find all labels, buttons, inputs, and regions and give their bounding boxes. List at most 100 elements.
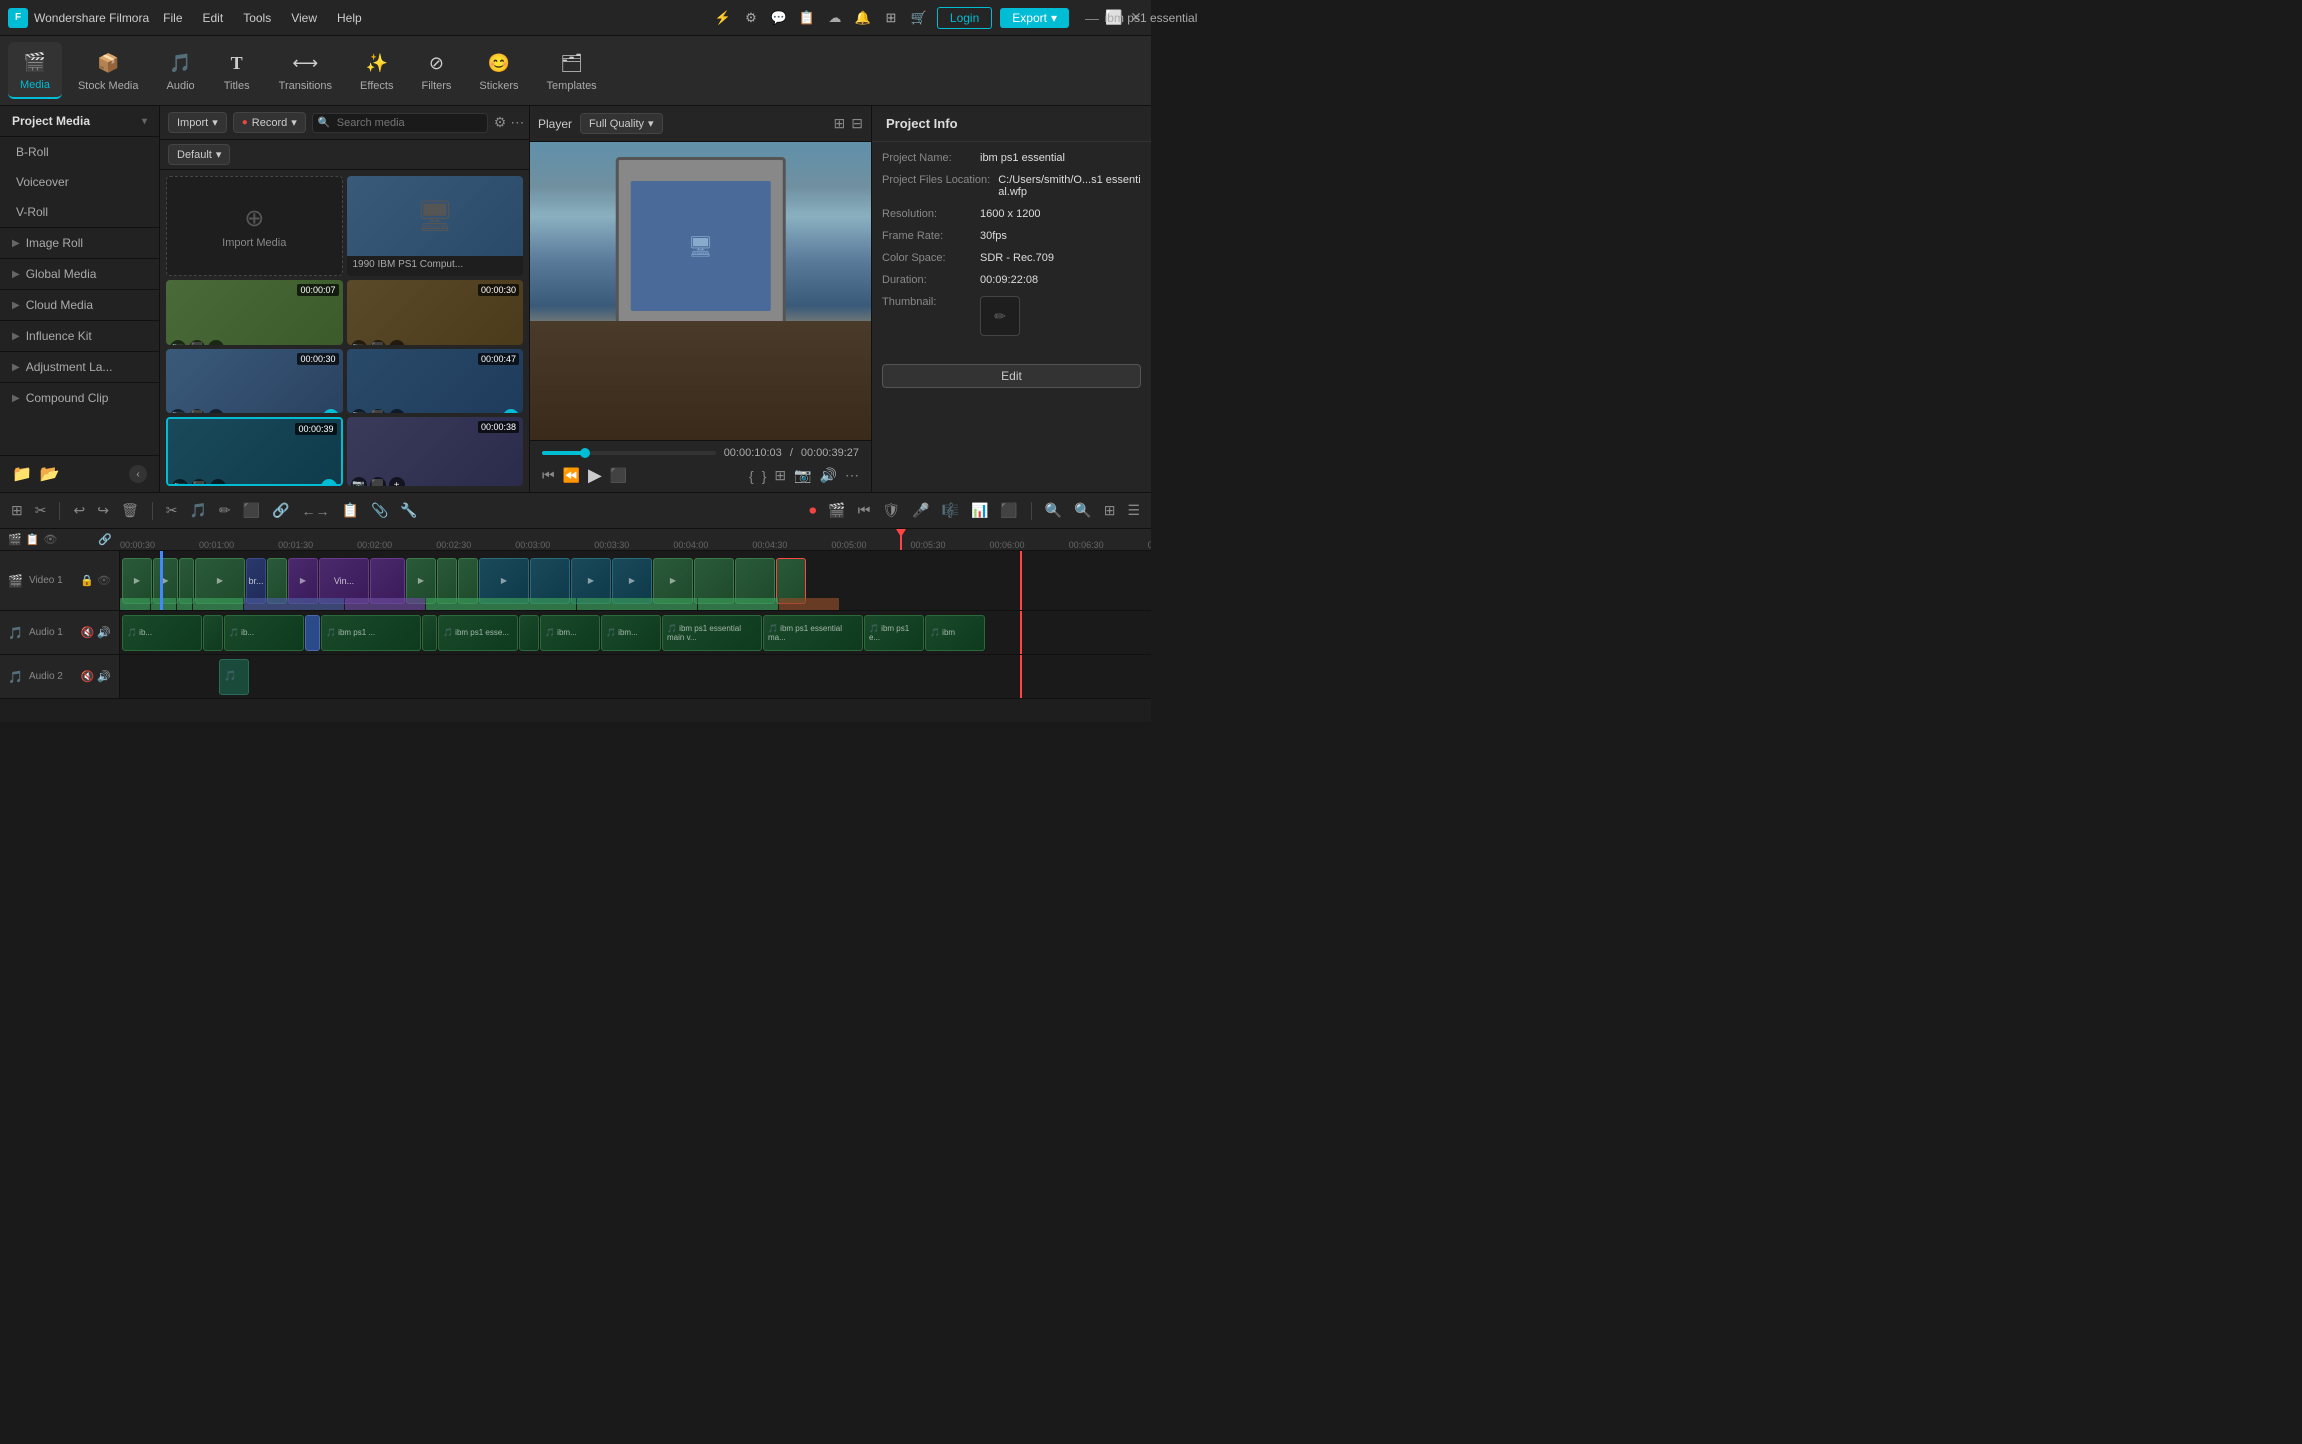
track-content-audio2[interactable]: 🎵 [120,655,1151,698]
audio2-clip-1[interactable]: 🎵 [219,659,249,695]
media-plus-icon-clip7[interactable]: + [389,477,405,486]
tool-stickers[interactable]: 😊 Stickers [467,43,530,98]
add-folder-icon[interactable]: 📁 [12,464,32,484]
audio-clip-3[interactable]: 🎵 ib... [224,615,304,651]
video-clip-8[interactable]: Vin... [319,558,369,604]
import-media-placeholder[interactable]: ⊕ Import Media [166,176,343,276]
razor-tool[interactable]: ✂ [32,499,50,522]
menu-view[interactable]: View [289,7,319,29]
nav-voiceover[interactable]: Voiceover [0,167,159,197]
export-button[interactable]: Export ▾ [1000,8,1069,28]
cloud-icon[interactable]: ☁ [825,8,845,28]
audio-clip-8[interactable] [519,615,539,651]
media-plus-icon-clip2[interactable]: + [208,340,224,345]
media-add-icon-clip3[interactable]: 📷 [351,340,367,345]
video-clip-17[interactable]: ▶ [653,558,693,604]
menu-edit[interactable]: Edit [201,7,226,29]
video-clip-16[interactable]: ▶ [612,558,652,604]
tool-filters[interactable]: ⊘ Filters [409,43,463,98]
project-edit-button[interactable]: Edit [882,364,1141,388]
audio-clip-5[interactable]: 🎵 ibm ps1 ... [321,615,421,651]
link-button[interactable]: 🔗 [269,499,292,522]
media-options-icon-clip4[interactable]: ⬛ [189,409,205,414]
video-clip-13[interactable]: ▶ [479,558,529,604]
tool-transitions[interactable]: ⟷ Transitions [267,43,344,98]
media-item-clip1[interactable]: 🖥 1990 IBM PS1 Comput... [347,176,524,276]
audio-clip-12[interactable]: 🎵 ibm ps1 essential ma... [763,615,863,651]
group-cloud-media[interactable]: ▶ Cloud Media [0,289,159,320]
mark-in-icon[interactable]: { [749,468,754,484]
video-clip-12[interactable] [458,558,478,604]
text-edit-button[interactable]: ✏ [216,499,234,522]
stop-button[interactable]: ⬛ [610,467,627,484]
video-clip-15[interactable]: ▶ [571,558,611,604]
audio-clip-9[interactable]: 🎵 ibm... [540,615,600,651]
group-compound-clip[interactable]: ▶ Compound Clip [0,382,159,413]
video-clip-2[interactable]: ▶ [153,558,178,604]
chat-icon[interactable]: 💬 [769,8,789,28]
volume-icon[interactable]: 🔊 [820,467,837,484]
video-clip-7[interactable]: ▶ [288,558,318,604]
media-add-icon-clip4[interactable]: 📷 [170,409,186,414]
media-plus-icon-clip4[interactable]: + [208,409,224,414]
video-clip-last[interactable] [776,558,806,604]
collapse-panel-button[interactable]: ‹ [129,465,147,483]
filter-icon[interactable]: ⚙ [494,114,507,131]
media-item-clip6[interactable]: 00:00:39 ✓ 📷 ⬛ + broll 5 [166,417,343,486]
group-adjustment[interactable]: ▶ Adjustment La... [0,351,159,382]
media-item-clip4[interactable]: 00:00:30 ✓ 📷 ⬛ + Best Buy - IBM PS 1 -..… [166,349,343,414]
video-clip-4[interactable]: ▶ [195,558,245,604]
menu-file[interactable]: File [161,7,184,29]
snapshot-icon[interactable]: 📷 [794,467,811,484]
video-clip-11[interactable] [437,558,457,604]
group-influence-kit[interactable]: ▶ Influence Kit [0,320,159,351]
tool-media[interactable]: 🎬 Media [8,42,62,99]
minimize-button[interactable]: — [1085,11,1099,25]
attach-button[interactable]: 📎 [368,499,391,522]
audio-clip-1[interactable]: 🎵 ib... [122,615,202,651]
tool-effects[interactable]: ✨ Effects [348,43,405,98]
track-eye-icon[interactable]: 👁 [97,574,111,587]
split-button[interactable]: ←→ [299,500,333,522]
grid-view-icon[interactable]: ⊞ [834,115,846,132]
select-tool[interactable]: ⊞ [8,499,26,522]
bell-icon[interactable]: 🔔 [853,8,873,28]
nav-v-roll[interactable]: V-Roll [0,197,159,227]
clipboard-icon[interactable]: 📋 [797,8,817,28]
zoom-out-button[interactable]: 🔍 [1042,499,1065,522]
media-item-clip3[interactable]: 00:00:30 📷 ⬛ + 2024-12-29 14-04-43 ... [347,280,524,345]
play-button[interactable]: ▶ [588,465,602,486]
cart-icon[interactable]: 🛒 [909,8,929,28]
clip-insert-icon[interactable]: ⊞ [774,467,786,484]
music-button[interactable]: 🎼 [939,499,962,522]
audio-clip-7[interactable]: 🎵 ibm ps1 esse... [438,615,518,651]
grid-icon[interactable]: ⊞ [881,8,901,28]
fix-button[interactable]: 🔧 [397,499,420,522]
audio-clip-2[interactable] [203,615,223,651]
audio-clip-11[interactable]: 🎵 ibm ps1 essential main v... [662,615,762,651]
media-plus-icon-clip6[interactable]: + [210,479,226,486]
media-item-clip7[interactable]: 00:00:38 📷 ⬛ + broll 6 [347,417,524,486]
nav-b-roll[interactable]: B-Roll [0,137,159,167]
frame-back-button[interactable]: ⏪ [563,467,580,484]
zoom-in-button[interactable]: 🔍 [1071,499,1094,522]
video-clip-9[interactable] [370,558,405,604]
more-options-icon[interactable]: ⋯ [510,114,524,131]
audio-edit-button[interactable]: 🎵 [186,499,209,522]
group-global-media[interactable]: ▶ Global Media [0,258,159,289]
progress-handle[interactable] [580,448,590,458]
media-add-icon-clip2[interactable]: 📷 [170,340,186,345]
menu-help[interactable]: Help [335,7,364,29]
mic-button[interactable]: 🎤 [909,499,932,522]
record-button[interactable]: ● Record ▾ [233,112,306,133]
audio-clip-6[interactable] [422,615,437,651]
video-clip-5[interactable]: br... [246,558,266,604]
video-clip-19[interactable] [735,558,775,604]
layout-button[interactable]: ⊞ [1101,499,1119,522]
new-folder-icon[interactable]: 📂 [40,464,60,484]
delete-button[interactable]: 🗑 [118,499,142,522]
media-options-icon-clip2[interactable]: ⬛ [189,340,205,345]
video-clip-6[interactable] [267,558,287,604]
import-button[interactable]: Import ▾ [168,112,227,133]
search-input[interactable] [312,113,488,133]
